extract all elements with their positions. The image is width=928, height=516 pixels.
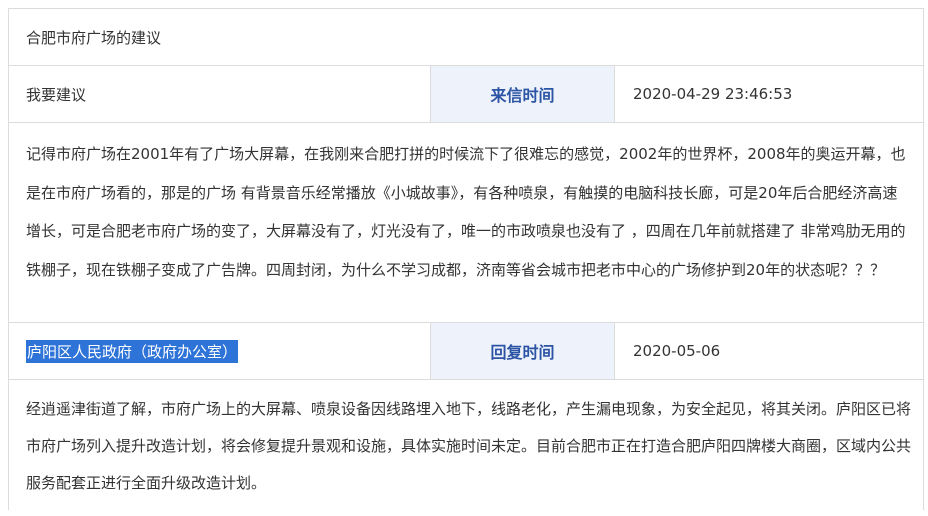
reply-content-row: 经逍遥津街道了解，市府广场上的大屏幕、喷泉设备因线路埋入地下，线路老化，产生漏电… xyxy=(9,380,923,510)
letter-title: 合肥市府广场的建议 xyxy=(26,28,162,47)
reply-department-cell: 庐阳区人民政府（政府办公室） xyxy=(9,323,431,379)
title-row: 合肥市府广场的建议 xyxy=(9,8,923,66)
letter-meta-row: 我要建议 来信时间 2020-04-29 23:46:53 xyxy=(9,66,923,123)
letter-category: 我要建议 xyxy=(9,66,431,122)
reply-time-value: 2020-05-06 xyxy=(633,342,721,360)
letter-detail-table: 合肥市府广场的建议 我要建议 来信时间 2020-04-29 23:46:53 … xyxy=(8,8,924,510)
letter-time-label: 来信时间 xyxy=(431,66,615,122)
reply-meta-row: 庐阳区人民政府（政府办公室） 回复时间 2020-05-06 xyxy=(9,323,923,380)
letter-content-row: 记得市府广场在2001年有了广场大屏幕，在我刚来合肥打拼的时候流下了很难忘的感觉… xyxy=(9,123,923,323)
reply-content: 经逍遥津街道了解，市府广场上的大屏幕、喷泉设备因线路埋入地下，线路老化，产生漏电… xyxy=(26,400,912,492)
reply-time-label: 回复时间 xyxy=(431,323,615,379)
letter-content: 记得市府广场在2001年有了广场大屏幕，在我刚来合肥打拼的时候流下了很难忘的感觉… xyxy=(26,145,906,279)
letter-time-value: 2020-04-29 23:46:53 xyxy=(633,85,793,103)
reply-department[interactable]: 庐阳区人民政府（政府办公室） xyxy=(26,339,239,363)
